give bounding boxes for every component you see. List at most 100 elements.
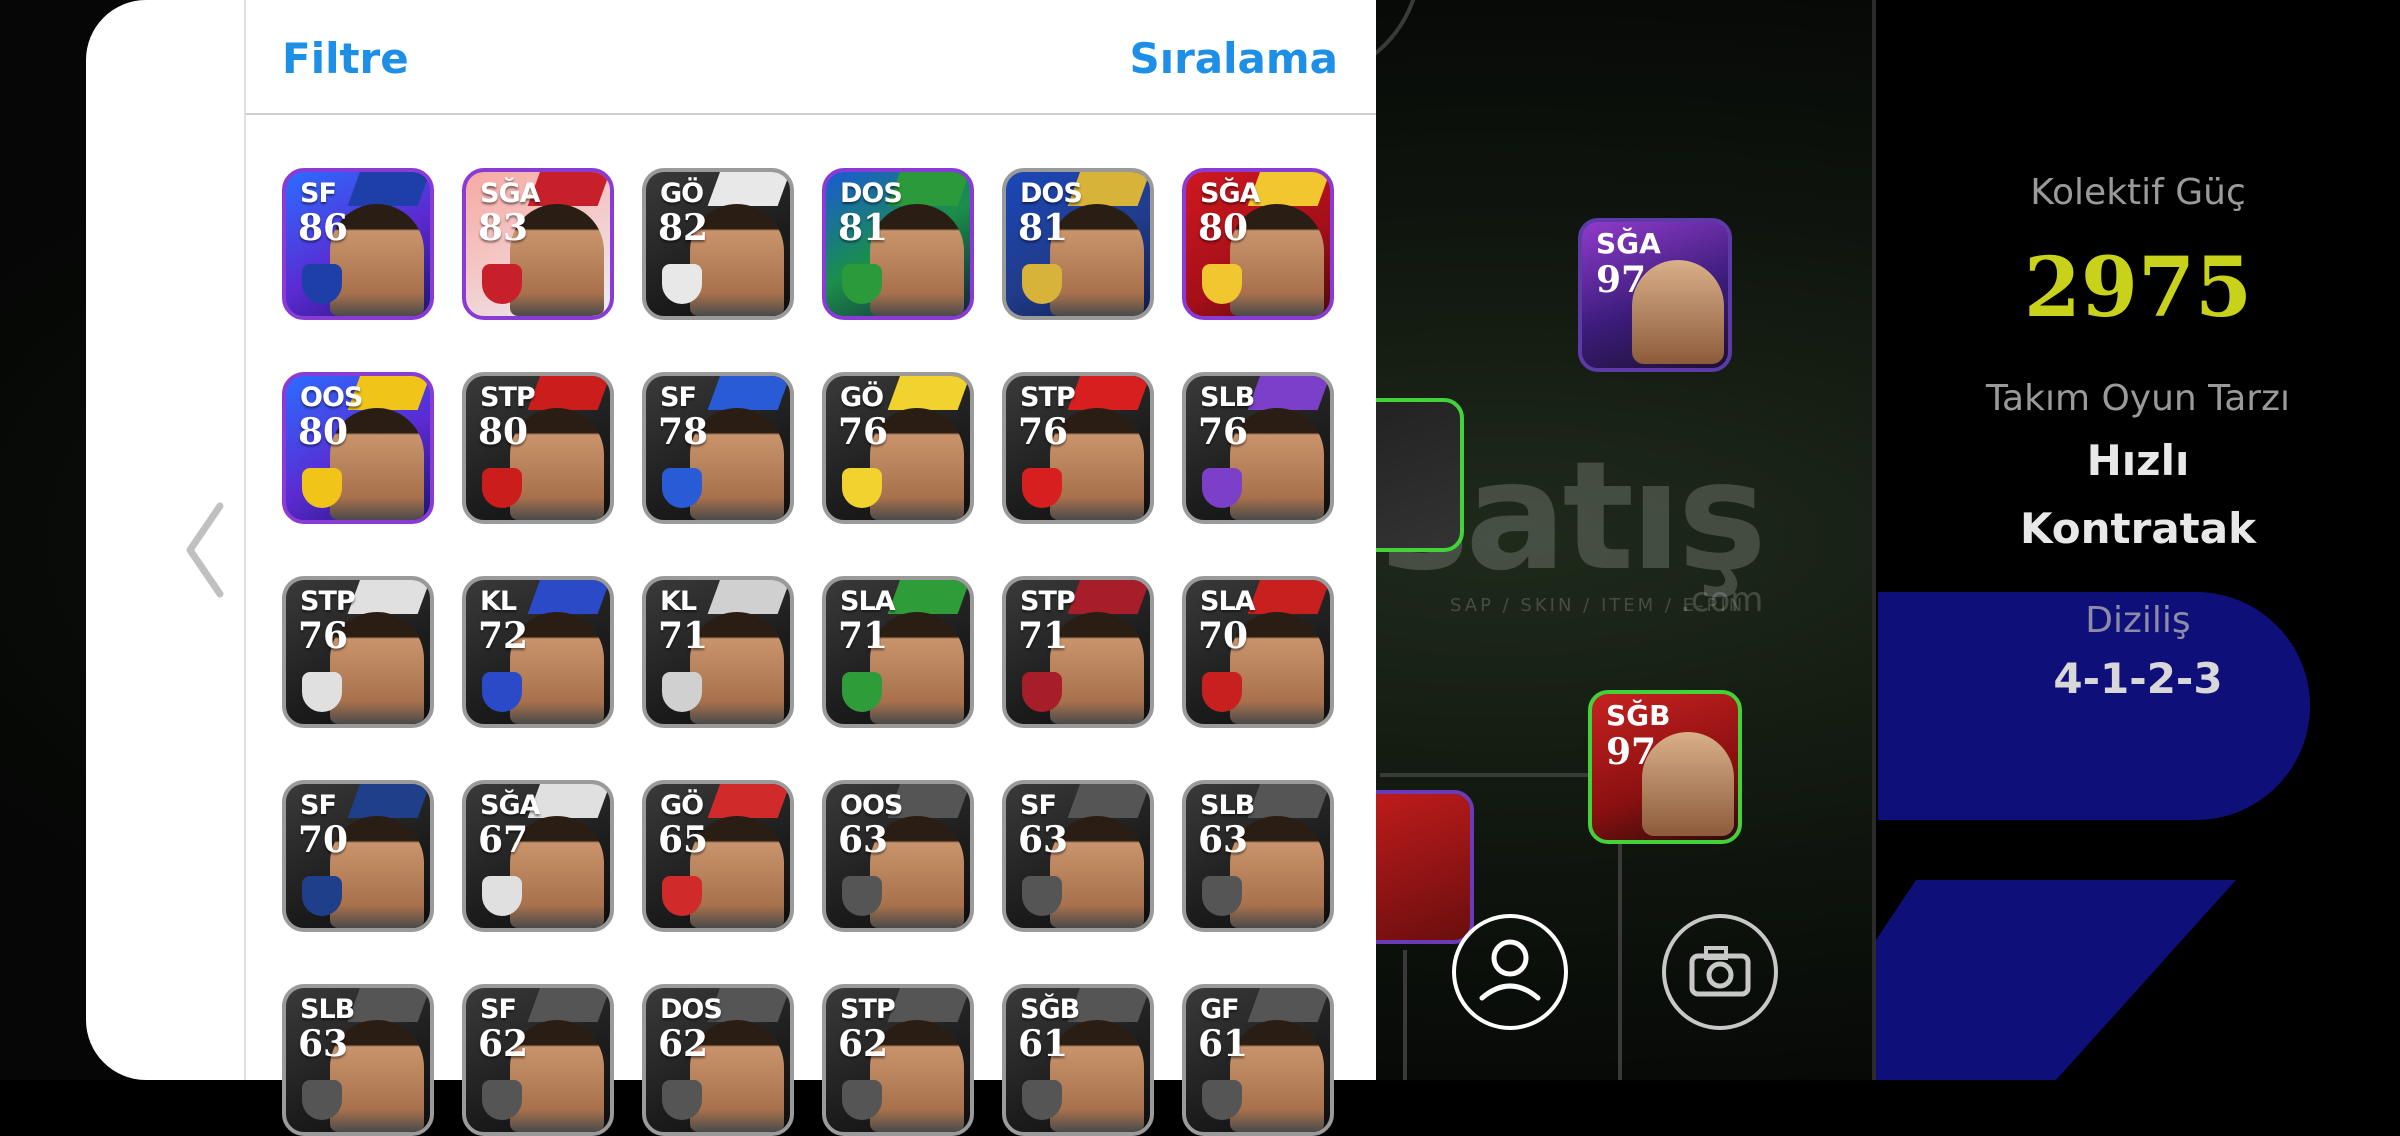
player-position: SĞB xyxy=(1606,699,1671,732)
player-card[interactable]: SF 70 xyxy=(282,780,434,932)
player-rating: 62 xyxy=(838,1023,889,1065)
player-card[interactable]: STP 80 xyxy=(462,372,614,524)
player-position: DOS xyxy=(840,178,903,209)
club-badge-icon xyxy=(302,672,342,712)
player-card[interactable]: SF 78 xyxy=(642,372,794,524)
formation-value[interactable]: 4-1-2-3 xyxy=(1876,654,2400,703)
player-rating: 80 xyxy=(1198,207,1249,249)
player-rating: 76 xyxy=(298,615,349,657)
player-position: SF xyxy=(660,382,697,413)
player-card[interactable]: DOS 62 xyxy=(642,984,794,1136)
player-card[interactable]: SĞA 83 xyxy=(462,168,614,320)
player-position: GÖ xyxy=(660,790,704,821)
club-badge-icon xyxy=(302,264,342,304)
power-label: Kolektif Güç xyxy=(2030,172,2246,213)
club-badge-icon xyxy=(302,1080,342,1120)
player-card[interactable]: SLB 63 xyxy=(1182,780,1334,932)
card-stripe xyxy=(1247,580,1330,614)
club-badge-icon xyxy=(662,876,702,916)
player-card[interactable]: KL 71 xyxy=(642,576,794,728)
player-card[interactable]: SĞA 67 xyxy=(462,780,614,932)
player-card[interactable]: DOS 81 xyxy=(1002,168,1154,320)
card-stripe xyxy=(707,784,790,818)
player-card[interactable]: DOS 81 xyxy=(822,168,974,320)
player-rating: 61 xyxy=(1198,1023,1249,1065)
player-card[interactable]: GÖ 82 xyxy=(642,168,794,320)
player-rating: 61 xyxy=(1018,1023,1069,1065)
camera-icon xyxy=(1689,946,1751,997)
player-position: SĞA xyxy=(1200,178,1261,209)
player-card[interactable]: OOS 63 xyxy=(822,780,974,932)
club-badge-icon xyxy=(1022,876,1062,916)
player-position: DOS xyxy=(660,994,723,1025)
player-rating: 62 xyxy=(478,1023,529,1065)
player-card[interactable]: SĞA 80 xyxy=(1182,168,1334,320)
team-info-panel: Kolektif Güç 2975 Takım Oyun Tarzı Hızlı… xyxy=(1876,0,2400,1080)
player-position: SLB xyxy=(1200,790,1255,821)
card-stripe xyxy=(887,580,970,614)
club-badge-icon xyxy=(662,264,702,304)
filter-button[interactable]: Filtre xyxy=(282,34,409,83)
club-badge-icon xyxy=(662,672,702,712)
player-card[interactable]: STP 62 xyxy=(822,984,974,1136)
player-position: SLB xyxy=(300,994,355,1025)
player-card[interactable]: SLB 76 xyxy=(1182,372,1334,524)
player-card[interactable]: SLA 70 xyxy=(1182,576,1334,728)
player-card[interactable]: SF 86 xyxy=(282,168,434,320)
player-position: DOS xyxy=(1020,178,1083,209)
card-stripe xyxy=(347,988,430,1022)
player-rating: 63 xyxy=(1018,819,1069,861)
sort-button[interactable]: Sıralama xyxy=(1129,34,1338,83)
player-rating: 62 xyxy=(658,1023,709,1065)
card-stripe xyxy=(1067,376,1150,410)
player-card[interactable]: STP 76 xyxy=(1002,372,1154,524)
card-stripe xyxy=(707,172,790,206)
club-badge-icon xyxy=(482,468,522,508)
club-badge-icon xyxy=(842,876,882,916)
player-rating: 97 xyxy=(1596,259,1647,301)
player-card[interactable]: GF 61 xyxy=(1182,984,1334,1136)
player-position: SĞA xyxy=(480,178,541,209)
chevron-left-icon[interactable] xyxy=(180,500,230,600)
club-badge-icon xyxy=(482,1080,522,1120)
player-position: KL xyxy=(480,586,517,617)
player-position: SF xyxy=(300,178,337,209)
player-list-panel: Filtre Sıralama SF 86 SĞA 83 GÖ 82 DOS 81 DOS 81 S… xyxy=(246,0,1376,1136)
profile-button[interactable] xyxy=(1452,914,1568,1030)
player-card[interactable]: GÖ 76 xyxy=(822,372,974,524)
player-position: STP xyxy=(300,586,356,617)
camera-button[interactable] xyxy=(1662,914,1778,1030)
club-badge-icon xyxy=(302,876,342,916)
card-stripe xyxy=(527,376,610,410)
player-position: SĞA xyxy=(480,790,541,821)
pitch-player-card[interactable]: SĞB 97 xyxy=(1588,690,1742,844)
club-badge-icon xyxy=(302,468,342,508)
formation-label: Diziliş xyxy=(2085,600,2191,641)
club-badge-icon xyxy=(842,468,882,508)
player-card[interactable]: STP 71 xyxy=(1002,576,1154,728)
player-card[interactable]: SLB 63 xyxy=(282,984,434,1136)
player-position: SLA xyxy=(840,586,896,617)
player-card[interactable]: GÖ 65 xyxy=(642,780,794,932)
pitch-player-card[interactable]: SĞA 97 xyxy=(1578,218,1732,372)
player-position: SF xyxy=(300,790,337,821)
player-position: STP xyxy=(1020,586,1076,617)
player-card[interactable]: STP 76 xyxy=(282,576,434,728)
player-rating: 76 xyxy=(1018,411,1069,453)
player-card[interactable]: SF 63 xyxy=(1002,780,1154,932)
player-rating: 80 xyxy=(478,411,529,453)
player-card[interactable]: SĞB 61 xyxy=(1002,984,1154,1136)
player-card[interactable]: KL 72 xyxy=(462,576,614,728)
player-rating: 71 xyxy=(1018,615,1069,657)
player-card[interactable]: SLA 71 xyxy=(822,576,974,728)
card-stripe xyxy=(1247,988,1330,1022)
player-card[interactable]: OOS 80 xyxy=(282,372,434,524)
player-position: SF xyxy=(480,994,517,1025)
decorative-shape xyxy=(1876,880,2236,1080)
person-icon xyxy=(1479,939,1541,1001)
power-value: 2975 xyxy=(2023,240,2253,336)
card-stripe xyxy=(887,376,970,410)
player-rating: 80 xyxy=(298,411,349,453)
player-card[interactable]: SF 62 xyxy=(462,984,614,1136)
player-position: SLA xyxy=(1200,586,1256,617)
